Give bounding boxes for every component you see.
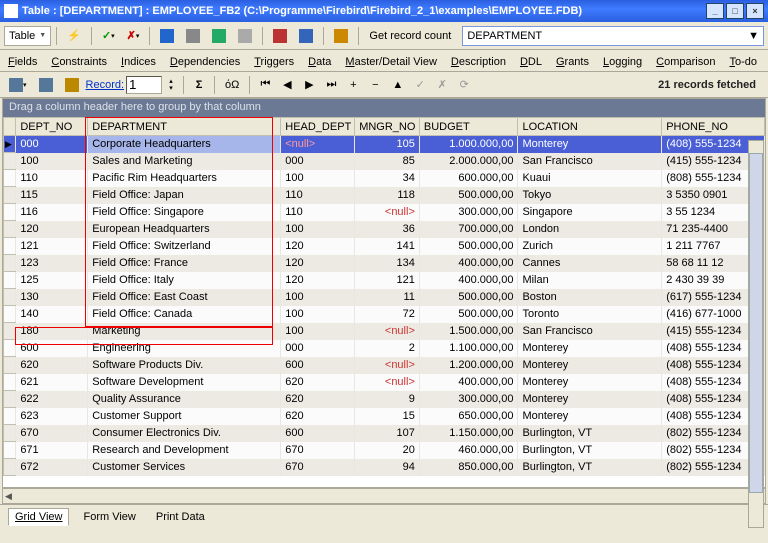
commit-icon[interactable]: ✓▾ (97, 25, 120, 47)
rollback-icon[interactable]: ✗▾ (122, 25, 145, 47)
record-label[interactable]: Record: (86, 79, 125, 91)
nav-last-icon[interactable]: ⏭ (321, 74, 341, 96)
titlebar: Table : [DEPARTMENT] : EMPLOYEE_FB2 (C:\… (0, 0, 768, 22)
col-mngr_no[interactable]: MNGR_NO (355, 118, 420, 136)
refresh2-icon[interactable]: ⟳ (454, 74, 474, 96)
print-icon[interactable] (233, 25, 257, 47)
group-by-bar[interactable]: Drag a column header here to group by th… (3, 99, 765, 117)
table-row[interactable]: 180Marketing100<null>1.500.000,00San Fra… (4, 323, 765, 340)
tab-master-detail-view[interactable]: Master/Detail View (343, 53, 439, 71)
bottom-tabs: Grid View Form View Print Data (0, 504, 768, 528)
tab-comparison[interactable]: Comparison (654, 53, 717, 71)
col-dept_no[interactable]: DEPT_NO (16, 118, 88, 136)
edit-icon[interactable]: ▲ (387, 74, 408, 96)
sort-icon[interactable] (60, 74, 84, 96)
tab-logging[interactable]: Logging (601, 53, 644, 71)
table-row[interactable]: 116Field Office: Singapore110<null>300.0… (4, 204, 765, 221)
tab-indices[interactable]: Indices (119, 53, 158, 71)
table-row[interactable]: 130Field Office: East Coast10011500.000,… (4, 289, 765, 306)
table-row[interactable]: 110Pacific Rim Headquarters10034600.000,… (4, 170, 765, 187)
tool-icon-5[interactable] (294, 25, 318, 47)
tabs-bar: Fields Constraints Indices Dependencies Trig… (0, 50, 768, 72)
table-row[interactable]: 121Field Office: Switzerland120141500.00… (4, 238, 765, 255)
get-record-count-button[interactable]: Get record count (364, 25, 456, 47)
col-phone_no[interactable]: PHONE_NO (662, 118, 765, 136)
tab-grants[interactable]: Grants (554, 53, 591, 71)
col-location[interactable]: LOCATION (518, 118, 662, 136)
table-row[interactable]: ▶000Corporate Headquarters<null>1051.000… (4, 136, 765, 153)
table-row[interactable]: 621Software Development620<null>400.000,… (4, 374, 765, 391)
record-input[interactable] (126, 76, 162, 94)
table-row[interactable]: 123Field Office: France120134400.000,00C… (4, 255, 765, 272)
tool-icon-6[interactable] (329, 25, 353, 47)
tool-icon-4[interactable] (268, 25, 292, 47)
table-row[interactable]: 100Sales and Marketing000852.000.000,00S… (4, 153, 765, 170)
tool-icon-1[interactable] (155, 25, 179, 47)
tab-constraints[interactable]: Constraints (49, 53, 109, 71)
nav-first-icon[interactable]: ⏮ (255, 74, 275, 96)
nav-prev-icon[interactable]: ◀ (277, 74, 297, 96)
refresh-icon[interactable]: ⚡ (62, 25, 86, 47)
tab-form-view[interactable]: Form View (77, 509, 141, 525)
table-row[interactable]: 115Field Office: Japan110118500.000,00To… (4, 187, 765, 204)
add-icon[interactable]: + (343, 74, 363, 96)
tab-triggers[interactable]: Triggers (252, 53, 296, 71)
tool-icon-2[interactable] (181, 25, 205, 47)
table-row[interactable]: 622Quality Assurance6209300.000,00Monter… (4, 391, 765, 408)
delete-icon[interactable]: − (365, 74, 385, 96)
tab-to-do[interactable]: To-do (727, 53, 759, 71)
nav-next-icon[interactable]: ▶ (299, 74, 319, 96)
table-menu-dropdown[interactable]: Table▼ (4, 26, 51, 46)
tab-fields[interactable]: Fields (6, 53, 39, 71)
minimize-button[interactable]: _ (706, 3, 724, 19)
tool-icon-3[interactable] (207, 25, 231, 47)
grid-container: Drag a column header here to group by th… (2, 98, 766, 488)
table-row[interactable]: 600Engineering00021.100.000,00Monterey(4… (4, 340, 765, 357)
tab-description[interactable]: Description (449, 53, 508, 71)
post-icon[interactable]: ✓ (410, 74, 430, 96)
table-row[interactable]: 125Field Office: Italy120121400.000,00Mi… (4, 272, 765, 289)
data-grid[interactable]: DEPT_NODEPARTMENTHEAD_DEPTMNGR_NOBUDGETL… (3, 117, 765, 476)
filter-icon[interactable]: ▾ (4, 74, 32, 96)
table-row[interactable]: 120European Headquarters10036700.000,00L… (4, 221, 765, 238)
horizontal-scrollbar[interactable]: ◀▶ (2, 488, 766, 504)
window-title: Table : [DEPARTMENT] : EMPLOYEE_FB2 (C:\… (22, 5, 706, 17)
toolbar-nav: ▾ Record: ▴▾ Σ όΩ ⏮ ◀ ▶ ⏭ + − ▲ ✓ ✗ ⟳ 21… (0, 72, 768, 98)
tab-dependencies[interactable]: Dependencies (168, 53, 242, 71)
table-select-combo[interactable]: DEPARTMENT▼ (462, 26, 764, 46)
tab-grid-view[interactable]: Grid View (8, 508, 69, 526)
table-row[interactable]: 671Research and Development67020460.000,… (4, 442, 765, 459)
app-icon (4, 4, 18, 18)
tab-data[interactable]: Data (306, 53, 333, 71)
cancel-icon[interactable]: ✗ (432, 74, 452, 96)
table-row[interactable]: 623Customer Support62015650.000,00Monter… (4, 408, 765, 425)
col-department[interactable]: DEPARTMENT (88, 118, 281, 136)
spin-up-icon[interactable]: ▴▾ (164, 74, 178, 96)
table-row[interactable]: 670Consumer Electronics Div.6001071.150.… (4, 425, 765, 442)
col-budget[interactable]: BUDGET (419, 118, 518, 136)
table-row[interactable]: 620Software Products Div.600<null>1.200.… (4, 357, 765, 374)
omega-icon[interactable]: όΩ (220, 74, 244, 96)
records-fetched-label: 21 records fetched (658, 79, 764, 91)
table-row[interactable]: 672Customer Services67094850.000,00Burli… (4, 459, 765, 476)
table-row[interactable]: 140Field Office: Canada10072500.000,00To… (4, 306, 765, 323)
funnel-icon[interactable] (34, 74, 58, 96)
maximize-button[interactable]: □ (726, 3, 744, 19)
tab-ddl[interactable]: DDL (518, 53, 544, 71)
tab-print-data[interactable]: Print Data (150, 509, 211, 525)
col-head_dept[interactable]: HEAD_DEPT (281, 118, 355, 136)
close-button[interactable]: × (746, 3, 764, 19)
toolbar-main: Table▼ ⚡ ✓▾ ✗▾ Get record count DEPARTME… (0, 22, 768, 50)
sum-icon[interactable]: Σ (189, 74, 209, 96)
vertical-scrollbar[interactable] (748, 140, 764, 528)
